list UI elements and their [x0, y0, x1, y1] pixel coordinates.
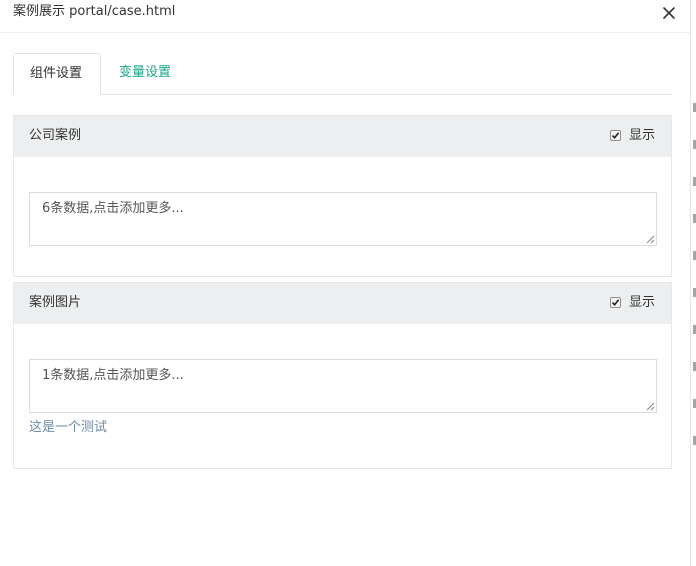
panel-header: 案例图片 显示 — [14, 283, 671, 324]
data-list-box[interactable]: 6条数据,点击添加更多... — [29, 192, 657, 246]
close-icon — [663, 7, 675, 19]
tab-variable-settings[interactable]: 变量设置 — [103, 53, 187, 95]
panel-title: 案例图片 — [29, 295, 82, 310]
modal-title: 案例展示 portal/case.html — [13, 4, 176, 19]
tab-bar: 组件设置 变量设置 — [13, 53, 672, 95]
checkmark-icon — [611, 132, 620, 140]
case-settings-modal: 案例展示 portal/case.html 组件设置 变量设置 公司案例 显示 — [0, 0, 690, 566]
panel-header: 公司案例 显示 — [14, 116, 671, 157]
modal-header: 案例展示 portal/case.html — [0, 0, 690, 33]
panel-case-images: 案例图片 显示 1条数据,点击添加更多... 这是一个测试 — [13, 282, 672, 469]
panel-title: 公司案例 — [29, 128, 82, 143]
checkmark-icon — [611, 299, 620, 307]
show-checkbox[interactable] — [610, 297, 621, 308]
show-label: 显示 — [629, 295, 656, 310]
data-count-text: 1条数据,点击添加更多... — [42, 368, 184, 383]
show-checkbox[interactable] — [610, 130, 621, 141]
background-page-edge — [690, 0, 696, 566]
resize-grip-icon[interactable] — [646, 235, 655, 244]
panel-company-cases: 公司案例 显示 6条数据,点击添加更多... — [13, 115, 672, 277]
show-label: 显示 — [629, 128, 656, 143]
close-button[interactable] — [660, 4, 678, 22]
tab-component-settings[interactable]: 组件设置 — [13, 53, 101, 95]
data-list-box[interactable]: 1条数据,点击添加更多... — [29, 359, 657, 413]
panel-note: 这是一个测试 — [29, 420, 108, 435]
data-count-text: 6条数据,点击添加更多... — [42, 201, 184, 216]
resize-grip-icon[interactable] — [646, 402, 655, 411]
